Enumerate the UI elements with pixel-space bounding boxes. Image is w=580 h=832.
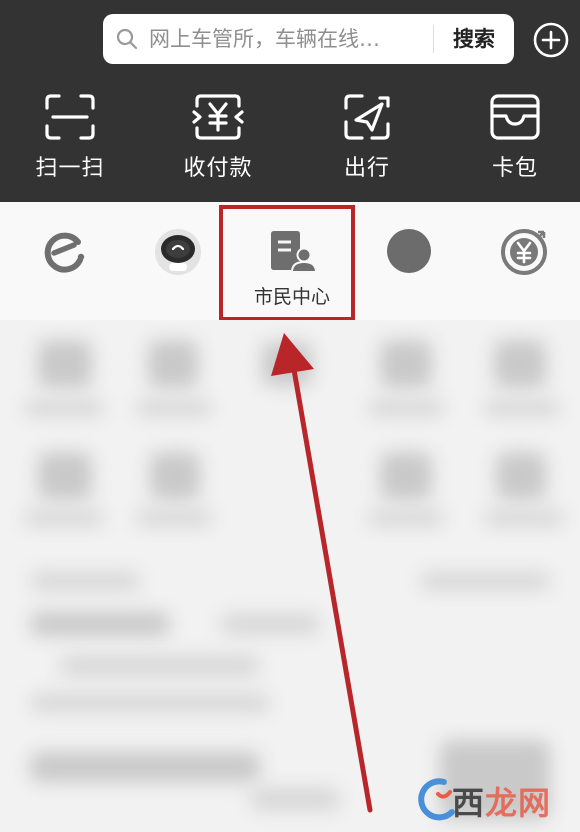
quick-action-travel[interactable]: 出行 xyxy=(307,92,427,192)
travel-icon xyxy=(344,94,390,140)
highlight-box xyxy=(219,205,355,321)
scan-icon xyxy=(45,94,95,140)
payment-icon xyxy=(192,94,244,140)
search-bar[interactable]: 网上车管所，车辆在线… 搜索 xyxy=(103,14,514,64)
quick-action-wallet[interactable]: 卡包 xyxy=(455,92,575,192)
quick-action-label: 卡包 xyxy=(491,156,538,181)
site-watermark: 西龙网 xyxy=(412,770,572,826)
search-icon xyxy=(116,28,138,50)
search-button[interactable]: 搜索 xyxy=(434,14,514,64)
wallet-icon xyxy=(490,94,540,140)
quick-action-payment[interactable]: 收付款 xyxy=(158,92,278,192)
robot-avatar-icon[interactable] xyxy=(154,228,202,276)
blurred-content-area xyxy=(0,320,580,832)
top-header: 网上车管所，车辆在线… 搜索 扫一扫 收付款 出行 卡包 xyxy=(0,0,580,202)
gray-circle-icon[interactable] xyxy=(386,228,432,274)
search-input[interactable]: 网上车管所，车辆在线… xyxy=(149,14,380,64)
e-logo-icon[interactable] xyxy=(40,228,88,276)
yuan-coin-icon[interactable] xyxy=(500,228,548,276)
quick-action-label: 扫一扫 xyxy=(35,156,105,181)
watermark-text: 西龙网 xyxy=(452,784,552,822)
add-plus-icon[interactable] xyxy=(532,21,570,59)
quick-action-scan[interactable]: 扫一扫 xyxy=(10,92,130,192)
quick-action-label: 收付款 xyxy=(183,156,253,181)
quick-action-label: 出行 xyxy=(343,156,390,181)
